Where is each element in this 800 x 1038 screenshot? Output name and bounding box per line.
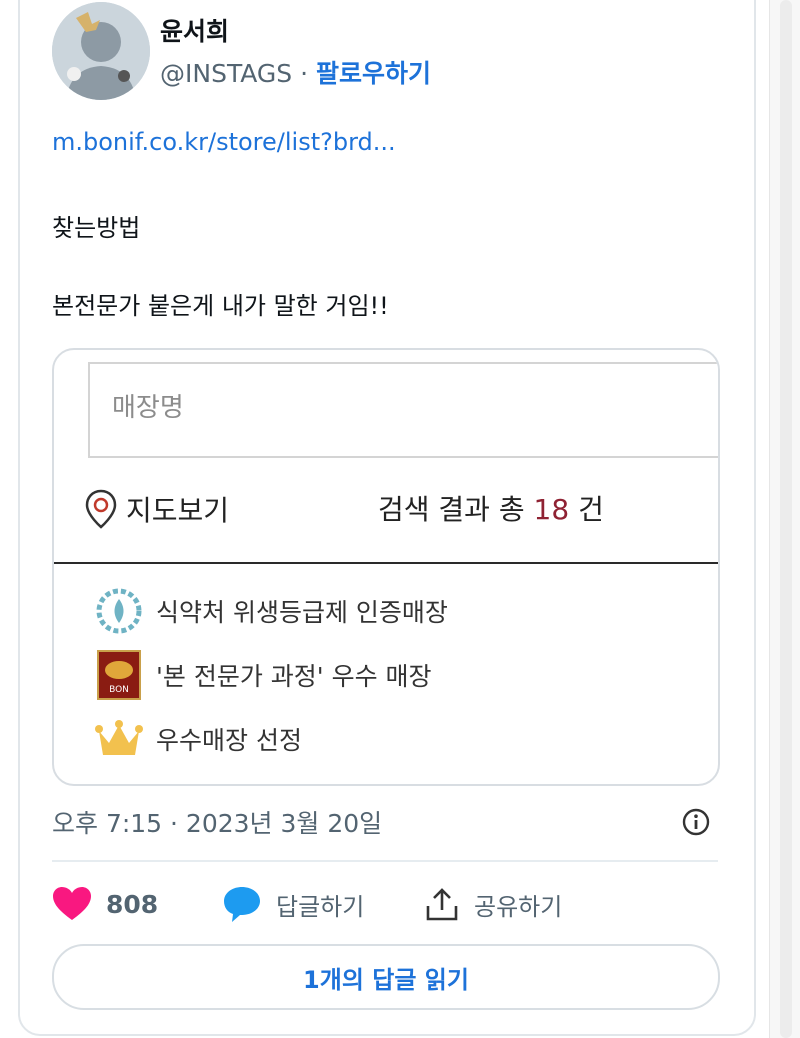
tweet-timestamp[interactable]: 오후 7:15 · 2023년 3월 20일 (52, 804, 382, 840)
tweet-text-line2: 본전문가 붙은게 내가 말한 거임!! (52, 292, 389, 320)
share-icon (426, 888, 458, 921)
result-count: 18 (533, 493, 570, 526)
result-prefix: 검색 결과 총 (378, 493, 525, 526)
follow-button[interactable]: 팔로우하기 (316, 59, 431, 88)
legend-item-bon-expert: BON '본 전문가 과정' 우수 매장 (94, 650, 432, 700)
like-button[interactable]: 808 (52, 886, 222, 922)
action-bar: 808 답글하기 공유하기 (52, 882, 562, 926)
author-handle[interactable]: @INSTAGS (160, 59, 292, 88)
legend-item-hygiene: 식약처 위생등급제 인증매장 (94, 586, 448, 636)
share-button[interactable]: 공유하기 (424, 886, 562, 922)
map-view-toggle[interactable]: 지도보기 (84, 486, 229, 532)
legend-label: 식약처 위생등급제 인증매장 (156, 598, 448, 627)
legend-label: '본 전문가 과정' 우수 매장 (156, 662, 432, 691)
legend-label: 우수매장 선정 (156, 726, 302, 755)
map-view-label: 지도보기 (126, 494, 230, 527)
reply-button[interactable]: 답글하기 (222, 885, 424, 923)
bon-badge-icon: BON (94, 650, 144, 700)
like-count: 808 (106, 889, 159, 919)
store-search-box[interactable] (88, 362, 718, 458)
tweet-link[interactable]: m.bonif.co.kr/store/list?brd... (52, 128, 396, 156)
divider (54, 562, 718, 564)
handle-row: @INSTAGS · 팔로우하기 (160, 54, 431, 90)
info-icon[interactable] (682, 808, 710, 836)
scrollbar[interactable] (769, 0, 800, 1038)
store-search-input[interactable] (90, 364, 672, 452)
crown-icon (94, 714, 144, 764)
avatar-image (52, 2, 150, 100)
wreath-icon (94, 586, 144, 636)
search-result-summary: 검색 결과 총 18 건 (378, 488, 604, 528)
bon-badge-text: BON (109, 685, 129, 695)
separator-dot: · (300, 59, 309, 88)
author-name[interactable]: 윤서희 (160, 12, 229, 48)
scrollbar-thumb[interactable] (780, 0, 792, 1038)
result-suffix: 건 (578, 493, 604, 526)
reply-bubble-icon (224, 887, 260, 922)
map-pin-icon (85, 489, 117, 529)
reply-label: 답글하기 (276, 892, 365, 921)
tweet-text-line1: 찾는방법 (52, 214, 141, 242)
divider (52, 860, 718, 862)
avatar[interactable] (52, 2, 150, 100)
heart-icon (53, 887, 91, 920)
legend-item-excellent: 우수매장 선정 (94, 714, 302, 764)
read-replies-button[interactable]: 1개의 답글 읽기 (52, 944, 720, 1010)
embedded-image[interactable]: 지도보기 검색 결과 총 18 건 식약처 위생등급제 인증매장 BON '본 … (52, 348, 720, 786)
share-label: 공유하기 (474, 892, 563, 921)
